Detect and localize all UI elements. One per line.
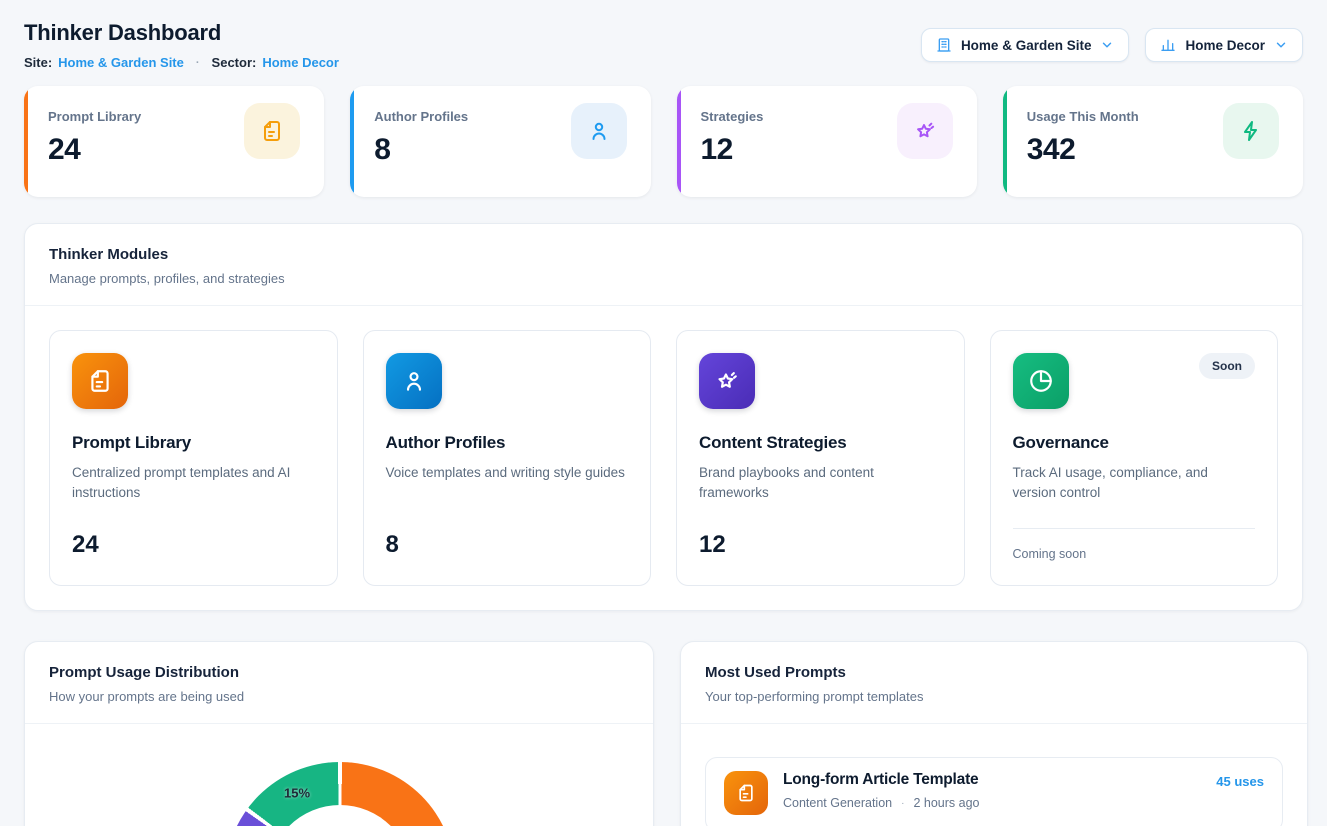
chevron-down-icon [1100, 38, 1114, 52]
module-title: Content Strategies [699, 433, 847, 453]
breadcrumb: Site: Home & Garden Site · Sector: Home … [24, 55, 339, 70]
document-icon [72, 353, 128, 409]
header-actions: Home & Garden Site Home Decor [921, 28, 1303, 62]
header-left: Thinker Dashboard Site: Home & Garden Si… [24, 20, 339, 70]
usage-panel-title: Prompt Usage Distribution [49, 664, 629, 681]
modules-panel-header: Thinker Modules Manage prompts, profiles… [25, 224, 1302, 306]
prompt-item-uses-badge: 45 uses [1216, 771, 1264, 789]
user-icon [386, 353, 442, 409]
module-card-content-strategies[interactable]: Content Strategies Brand playbooks and c… [676, 330, 965, 586]
prompt-item-time: 2 hours ago [913, 796, 979, 810]
bottom-section: Prompt Usage Distribution How your promp… [24, 641, 1303, 826]
donut-segment-label: 15% [284, 786, 310, 801]
lightning-icon [1223, 103, 1279, 159]
donut-chart-area: 15% [25, 724, 653, 826]
prompt-list: Long-form Article Template Content Gener… [681, 724, 1307, 826]
module-title: Prompt Library [72, 433, 191, 453]
thinker-dashboard-page: Thinker Dashboard Site: Home & Garden Si… [0, 0, 1327, 826]
stat-card-prompt-library: Prompt Library 24 [24, 86, 324, 197]
module-card-prompt-library[interactable]: Prompt Library Centralized prompt templa… [49, 330, 338, 586]
prompt-usage-panel: Prompt Usage Distribution How your promp… [24, 641, 654, 826]
bar-chart-icon [1160, 37, 1176, 53]
usage-panel-header: Prompt Usage Distribution How your promp… [25, 642, 653, 724]
stat-card-author-profiles: Author Profiles 8 [350, 86, 650, 197]
stat-card-strategies: Strategies 12 [677, 86, 977, 197]
prompts-panel-header: Most Used Prompts Your top-performing pr… [681, 642, 1307, 724]
sector-link[interactable]: Home Decor [262, 55, 339, 70]
most-used-prompts-panel: Most Used Prompts Your top-performing pr… [680, 641, 1308, 826]
prompts-panel-title: Most Used Prompts [705, 664, 1283, 681]
module-divider [1013, 528, 1256, 529]
site-selector-label: Home & Garden Site [961, 38, 1092, 53]
site-selector-dropdown[interactable]: Home & Garden Site [921, 28, 1130, 62]
modules-panel-subtitle: Manage prompts, profiles, and strategies [49, 271, 1278, 286]
sparkle-star-icon [699, 353, 755, 409]
sector-selector-dropdown[interactable]: Home Decor [1145, 28, 1303, 62]
module-description: Centralized prompt templates and AI inst… [72, 463, 315, 504]
donut-chart [225, 762, 455, 826]
site-link[interactable]: Home & Garden Site [58, 55, 184, 70]
module-count: 12 [699, 531, 726, 559]
prompt-item-title: Long-form Article Template [783, 771, 979, 789]
prompt-list-item[interactable]: Long-form Article Template Content Gener… [705, 757, 1283, 826]
prompt-item-body: Long-form Article Template Content Gener… [783, 771, 979, 810]
sector-selector-label: Home Decor [1185, 38, 1265, 53]
sector-label: Sector: [212, 55, 257, 70]
module-description: Track AI usage, compliance, and version … [1013, 463, 1256, 504]
thinker-modules-panel: Thinker Modules Manage prompts, profiles… [24, 223, 1303, 611]
module-count: 8 [386, 531, 399, 559]
sparkle-star-icon [897, 103, 953, 159]
module-count: 24 [72, 531, 99, 559]
chevron-down-icon [1274, 38, 1288, 52]
modules-panel-title: Thinker Modules [49, 246, 1278, 263]
page-title: Thinker Dashboard [24, 20, 339, 46]
document-icon [244, 103, 300, 159]
module-card-governance[interactable]: Soon Governance Track AI usage, complian… [990, 330, 1279, 586]
module-description: Brand playbooks and content frameworks [699, 463, 942, 504]
module-title: Author Profiles [386, 433, 506, 453]
module-card-author-profiles[interactable]: Author Profiles Voice templates and writ… [363, 330, 652, 586]
coming-soon-label: Coming soon [1013, 547, 1087, 561]
prompts-panel-subtitle: Your top-performing prompt templates [705, 689, 1283, 704]
breadcrumb-separator: · [196, 57, 200, 69]
usage-panel-subtitle: How your prompts are being used [49, 689, 629, 704]
soon-badge: Soon [1199, 353, 1255, 379]
stat-card-usage: Usage This Month 342 [1003, 86, 1303, 197]
module-title: Governance [1013, 433, 1109, 453]
prompt-item-category: Content Generation [783, 796, 892, 810]
user-icon [571, 103, 627, 159]
building-icon [936, 37, 952, 53]
site-label: Site: [24, 55, 52, 70]
module-description: Voice templates and writing style guides [386, 463, 625, 483]
page-header: Thinker Dashboard Site: Home & Garden Si… [24, 20, 1303, 70]
pie-chart-icon [1013, 353, 1069, 409]
stats-row: Prompt Library 24 Author Profiles 8 Stra… [24, 86, 1303, 197]
prompt-item-meta: Content Generation · 2 hours ago [783, 796, 979, 810]
modules-grid: Prompt Library Centralized prompt templa… [25, 306, 1302, 610]
document-icon [724, 771, 768, 815]
meta-separator: · [901, 798, 904, 809]
